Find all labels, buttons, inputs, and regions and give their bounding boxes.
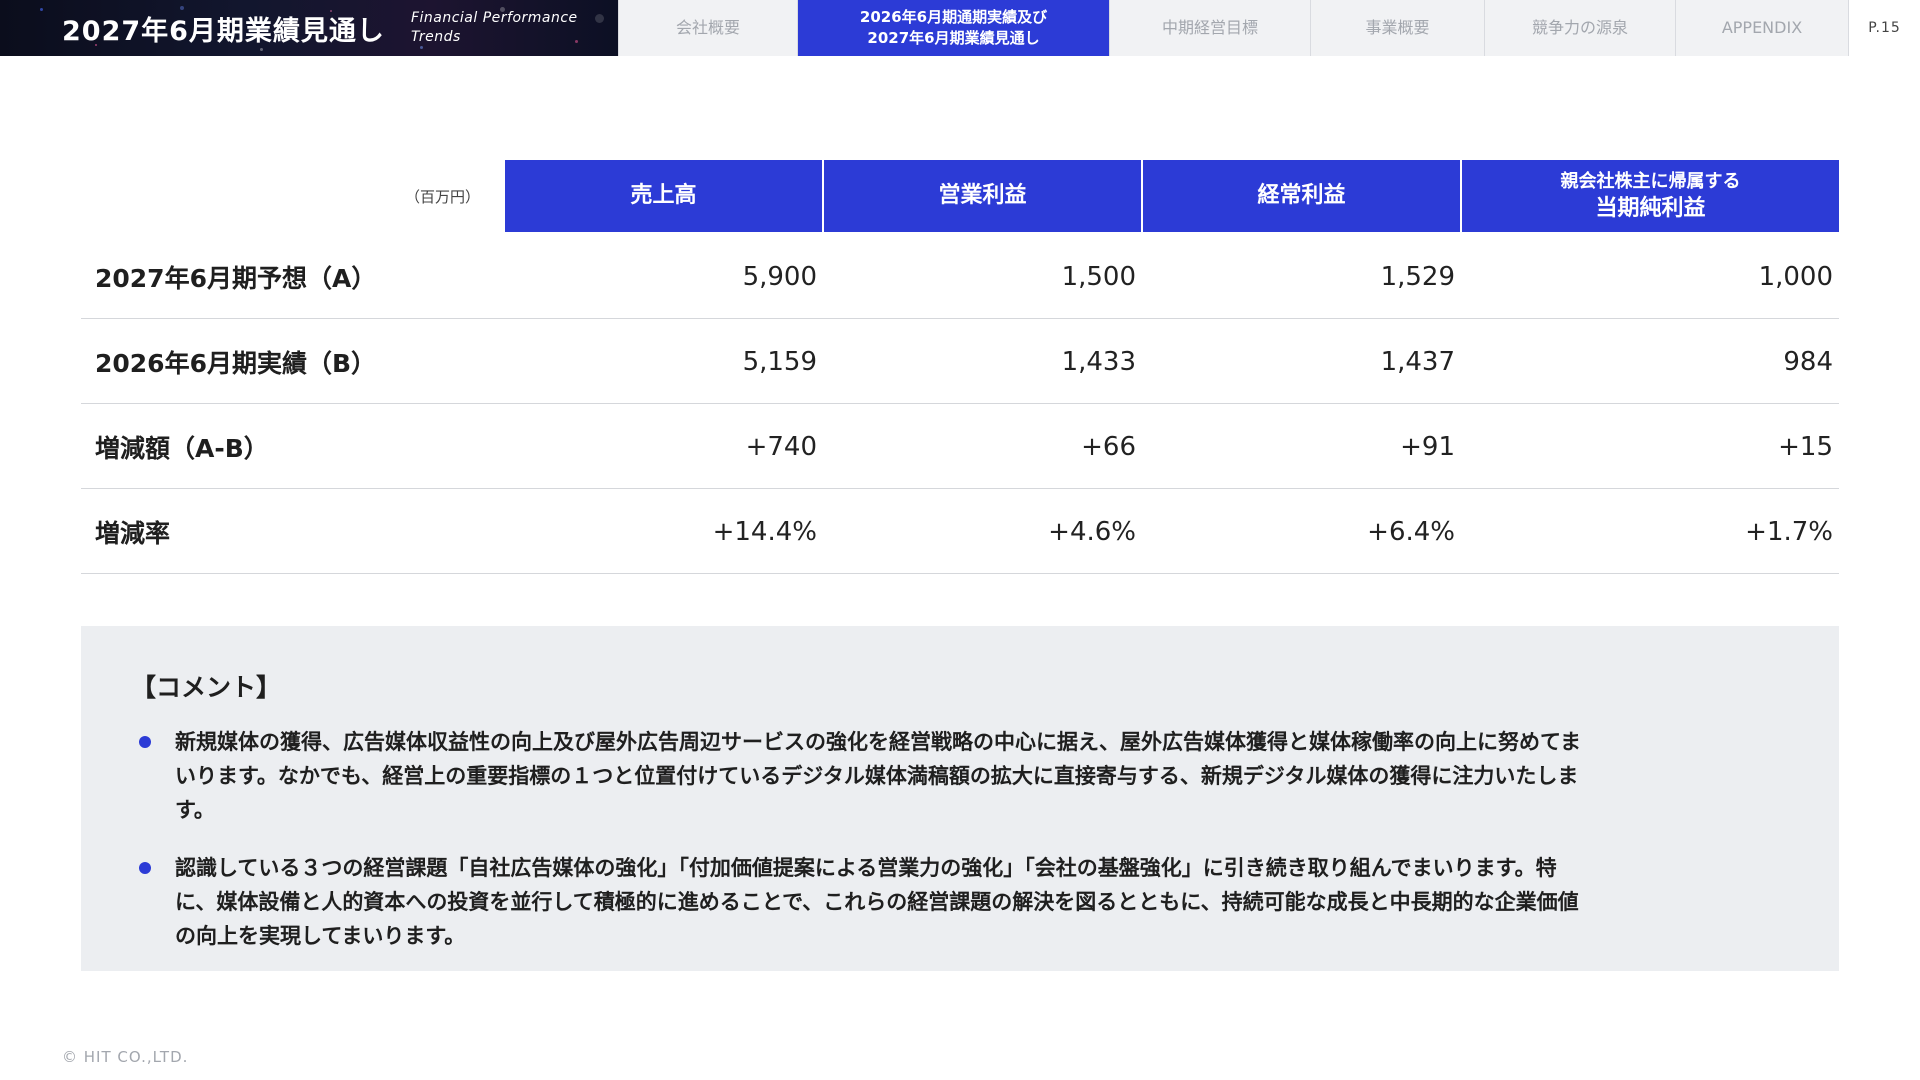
page-subtitle-line1: Financial Performance (410, 10, 578, 26)
table-cell: +740 (745, 431, 817, 462)
comment-bullet-line: す。 (175, 798, 215, 822)
tab-results-label-line2: 2027年6月期業績見通し (867, 29, 1040, 47)
table-cell: 5,900 (742, 261, 817, 292)
page-number: P.15 (1848, 0, 1920, 56)
tab-results-and-forecast[interactable]: 2026年6月期通期実績及び 2027年6月期業績見通し (797, 0, 1109, 56)
column-header-operating-profit: 営業利益 (824, 160, 1141, 232)
table-cell: 984 (1783, 346, 1833, 377)
row-label: 増減額（A-B） (95, 433, 269, 463)
comment-bullet-line: に、媒体設備と人的資本への投資を並行して積極的に進めることで、これらの経営課題の… (175, 890, 1579, 914)
table-cell: +4.6% (1048, 516, 1136, 547)
copyright: © HIT CO.,LTD. (62, 1048, 189, 1066)
bullet-dot-icon (139, 862, 151, 874)
tab-competitive-source[interactable]: 競争力の源泉 (1484, 0, 1675, 56)
table-cell: 1,437 (1380, 346, 1455, 377)
table-cell: +91 (1400, 431, 1455, 462)
header-bar: 2027年6月期業績見通し Financial Performance Tren… (0, 0, 1920, 56)
table-cell: 1,529 (1380, 261, 1455, 292)
row-label: 2027年6月期予想（A） (95, 263, 377, 293)
comment-bullet-line: 新規媒体の獲得、広告媒体収益性の向上及び屋外広告周辺サービスの強化を経営戦略の中… (175, 730, 1581, 754)
table-cell: +1.7% (1745, 516, 1833, 547)
row-label: 2026年6月期実績（B） (95, 348, 377, 378)
comment-bullet-line: の向上を実現してまいります。 (175, 924, 466, 948)
table-cell: 1,000 (1758, 261, 1833, 292)
bullet-dot-icon (139, 736, 151, 748)
column-header-net-income: 親会社株主に帰属する 当期純利益 (1462, 160, 1839, 232)
table-row: 増減額（A-B） +740 +66 +91 +15 (81, 404, 1839, 489)
comment-bullet-line: 認識している３つの経営課題「自社広告媒体の強化」「付加価値提案による営業力の強化… (175, 856, 1557, 880)
table-cell: 1,433 (1061, 346, 1136, 377)
comment-title: 【コメント】 (131, 673, 282, 702)
comment-box: 【コメント】 新規媒体の獲得、広告媒体収益性の向上及び屋外広告周辺サービスの強化… (81, 626, 1839, 971)
tab-results-label-line1: 2026年6月期通期実績及び (859, 8, 1048, 26)
table-row: 2026年6月期実績（B） 5,159 1,433 1,437 984 (81, 319, 1839, 404)
table-cell: +14.4% (712, 516, 817, 547)
tab-appendix[interactable]: APPENDIX (1675, 0, 1848, 56)
column-header-net-income-line1: 親会社株主に帰属する (1560, 171, 1741, 192)
tab-business-overview[interactable]: 事業概要 (1310, 0, 1484, 56)
table-cell: +6.4% (1367, 516, 1455, 547)
table-cell: 1,500 (1061, 261, 1136, 292)
table-row: 増減率 +14.4% +4.6% +6.4% +1.7% (81, 489, 1839, 574)
page-subtitle-line2: Trends (410, 29, 461, 45)
table-row: 2027年6月期予想（A） 5,900 1,500 1,529 1,000 (81, 234, 1839, 319)
tab-midterm-targets[interactable]: 中期経営目標 (1109, 0, 1310, 56)
page-subtitle: Financial Performance Trends (411, 9, 578, 47)
table-cell: +15 (1778, 431, 1833, 462)
column-header-ordinary-profit: 経常利益 (1143, 160, 1460, 232)
comment-bullet-line: いります。なかでも、経営上の重要指標の１つと位置付けているデジタル媒体満稿額の拡… (175, 764, 1579, 788)
tab-company-overview[interactable]: 会社概要 (618, 0, 797, 56)
column-header-net-income-line2: 当期純利益 (1595, 196, 1706, 221)
unit-label: （百万円） (404, 188, 480, 206)
section-nav: 会社概要 2026年6月期通期実績及び 2027年6月期業績見通し 中期経営目標… (618, 0, 1920, 56)
table-cell: 5,159 (742, 346, 817, 377)
comment-bullet: 新規媒体の獲得、広告媒体収益性の向上及び屋外広告周辺サービスの強化を経営戦略の中… (139, 725, 1789, 827)
table-cell: +66 (1081, 431, 1136, 462)
comment-bullet: 認識している３つの経営課題「自社広告媒体の強化」「付加価値提案による営業力の強化… (139, 851, 1789, 953)
page-title: 2027年6月期業績見通し (62, 15, 385, 47)
row-label: 増減率 (95, 518, 171, 548)
column-header-sales: 売上高 (505, 160, 822, 232)
title-banner: 2027年6月期業績見通し Financial Performance Tren… (0, 0, 618, 56)
